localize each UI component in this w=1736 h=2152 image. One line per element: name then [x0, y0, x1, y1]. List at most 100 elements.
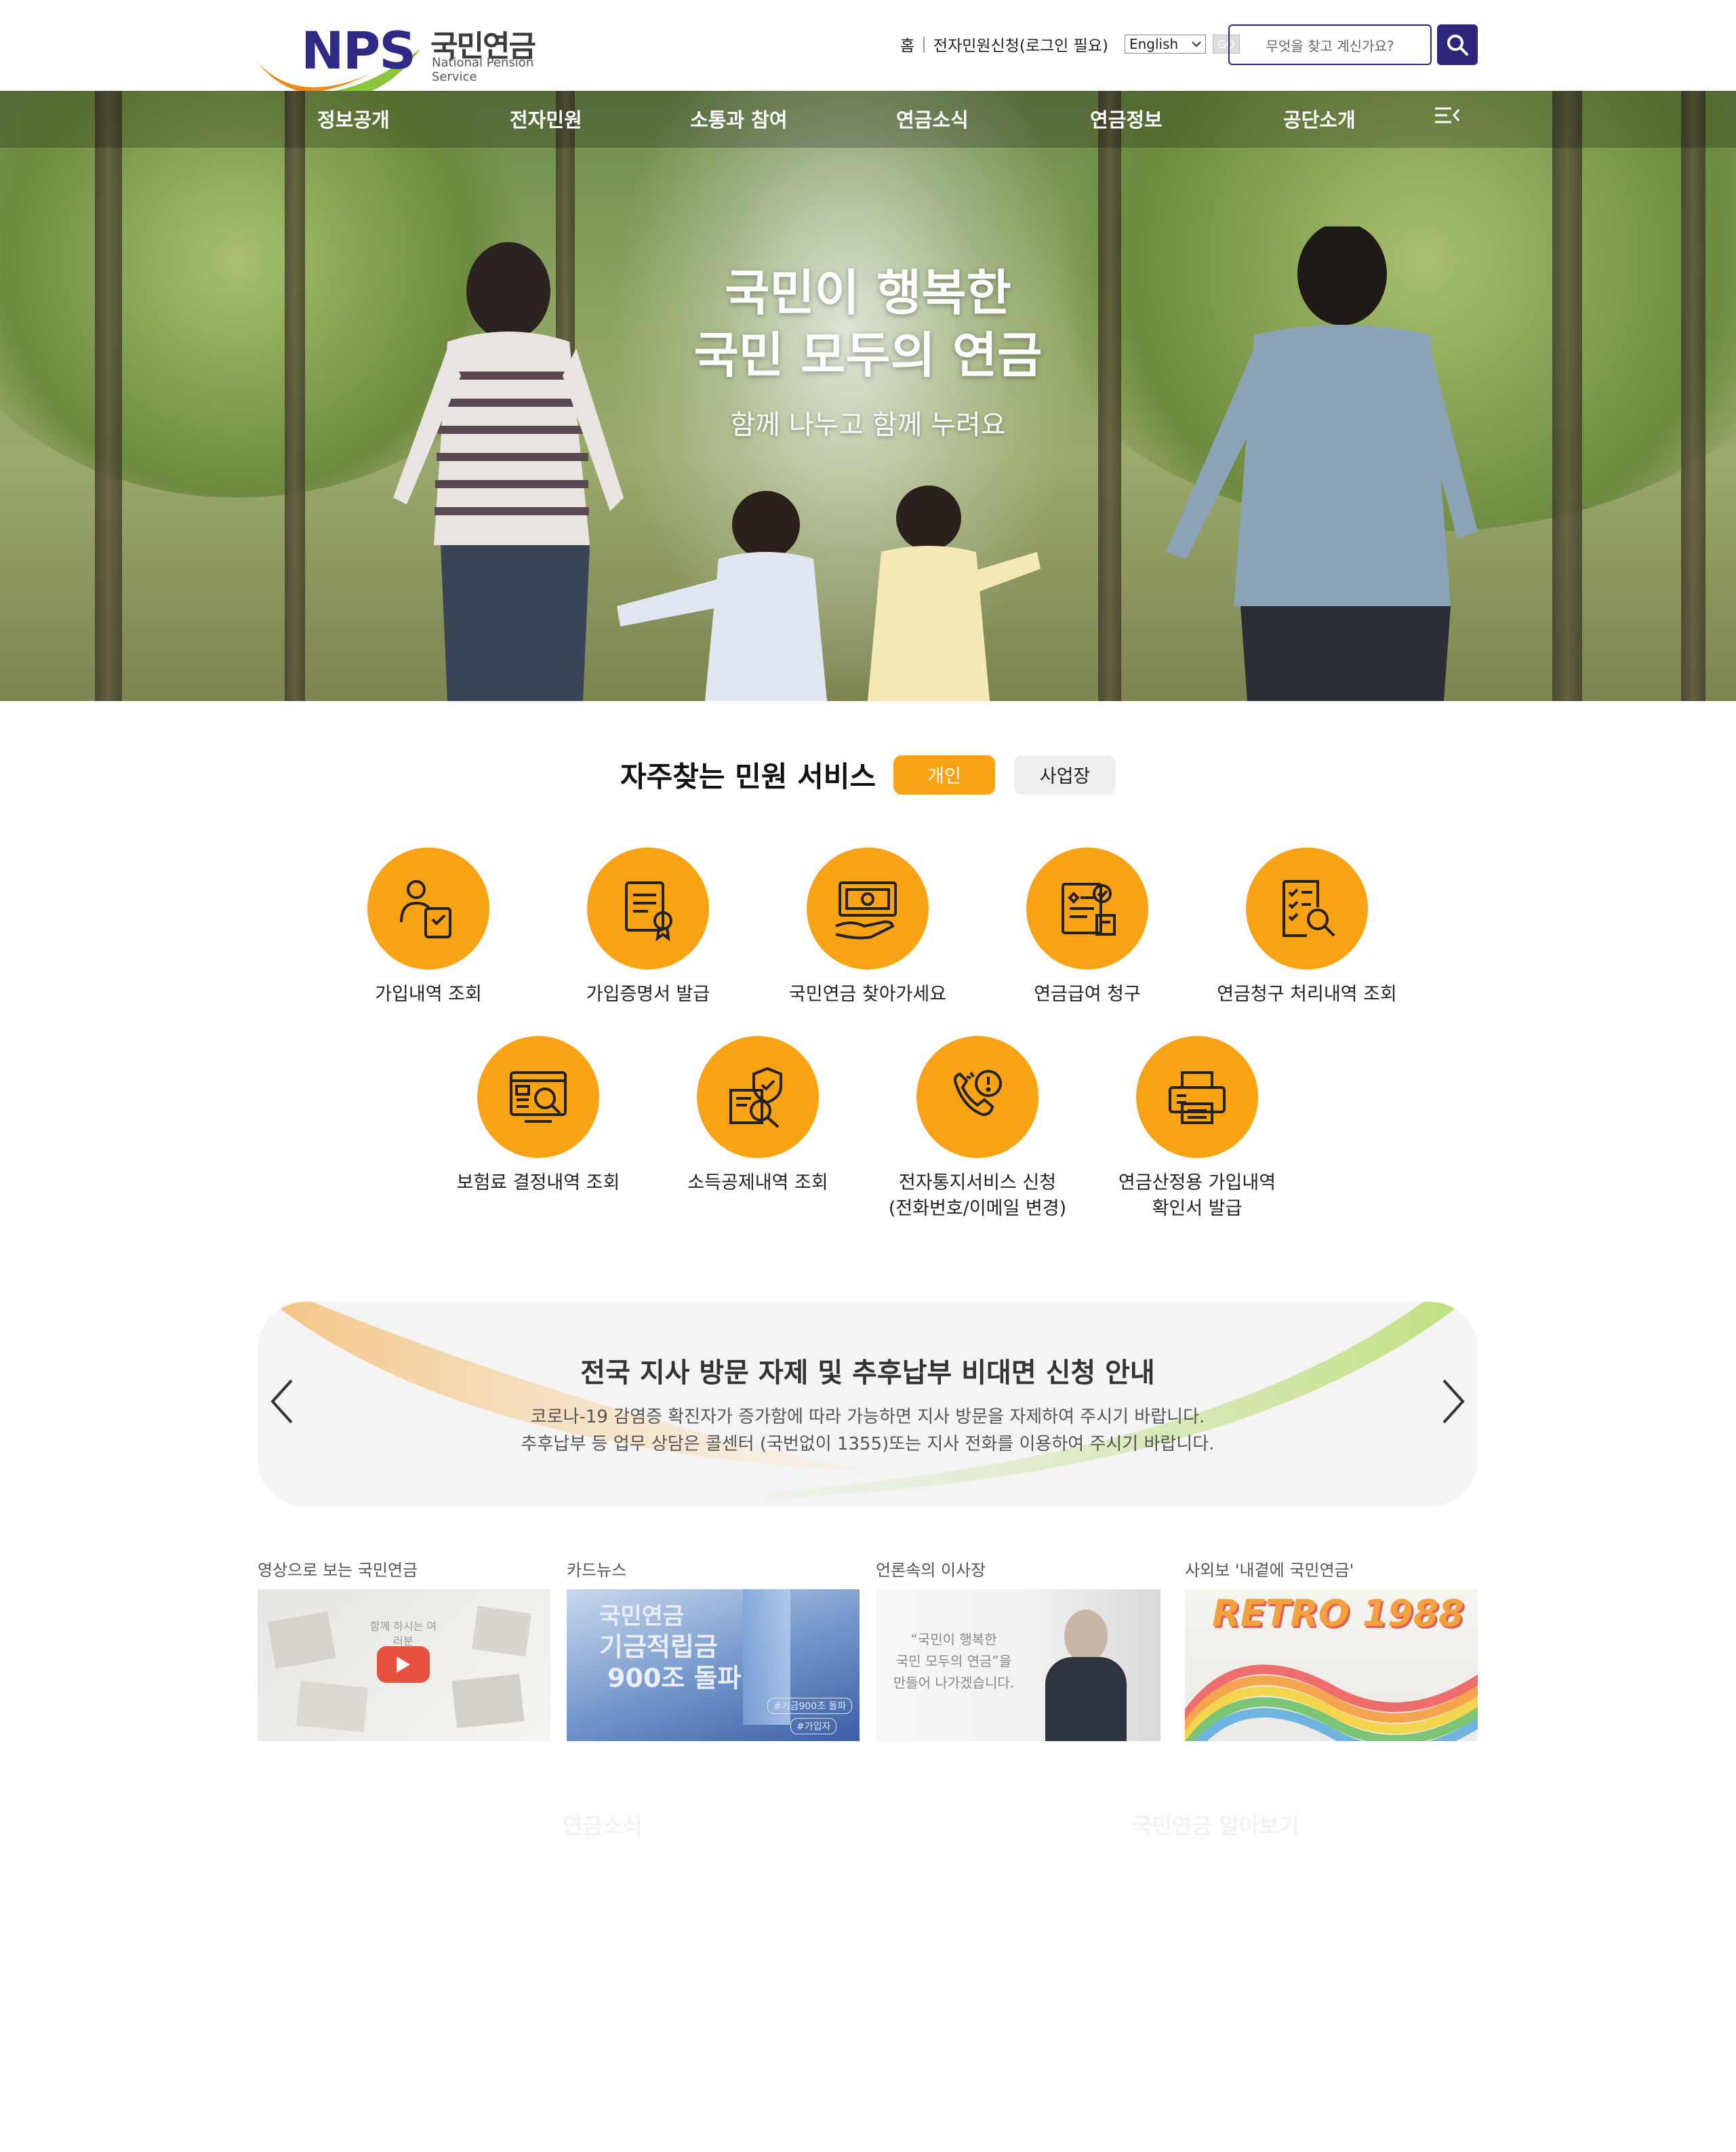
service-icon-circle [1136, 1036, 1258, 1158]
media-card-cardnews[interactable]: 카드뉴스 국민연금 기금적립금 900조 돌파 #기금900조 돌파 #가입자 [567, 1557, 860, 1741]
phone-alert-icon [953, 1070, 1002, 1117]
media-card-magazine[interactable]: 사외보 '내곁에 국민연금' RETRO 1988 [1185, 1557, 1478, 1741]
card-title: 사외보 '내곁에 국민연금' [1185, 1561, 1354, 1580]
hero-title: 국민이 행복한 국민 모두의 연금 [0, 262, 1736, 386]
portrait-head [1064, 1610, 1108, 1662]
menu-icon[interactable] [1434, 103, 1461, 130]
service-label: 가입내역 조회 [375, 984, 482, 1005]
nav-item-news[interactable]: 연금소식 [896, 104, 969, 133]
press-quote-line1: “국민이 행복한 [910, 1631, 997, 1648]
service-label: 가입증명서 발급 [586, 984, 710, 1005]
cardnews-tag: #기금900조 돌파 [767, 1698, 853, 1714]
hero-tree-trunk [1681, 91, 1705, 701]
play-icon [397, 1656, 410, 1673]
language-selected-value: English [1129, 36, 1179, 52]
magazine-thumbnail[interactable]: RETRO 1988 [1185, 1589, 1478, 1741]
search-button[interactable] [1437, 24, 1478, 65]
service-label: 연금산정용 가입내역 확인서 발급 [1087, 1170, 1307, 1222]
media-card-press[interactable]: 언론속의 이사장 “국민이 행복한 국민 모두의 연금”을 만들어 나가겠습니다… [876, 1557, 1160, 1741]
service-icon-circle [587, 848, 709, 970]
nav-item-info[interactable]: 정보공개 [317, 104, 390, 133]
service-label: 보험료 결정내역 조회 [456, 1172, 620, 1193]
service-label-line2: (전화번호/이메일 변경) [888, 1198, 1067, 1219]
service-label-line1: 전자통지서비스 신청 [898, 1172, 1057, 1193]
thumb-photo [267, 1611, 336, 1669]
services-header: 자주찾는 민원 서비스 개인 사업장 [0, 754, 1736, 795]
utility-links: 홈 | 전자민원신청(로그인 필요) English GO [900, 33, 1240, 56]
service-item[interactable]: 국민연금 찾아가세요 [758, 848, 977, 1008]
video-thumbnail[interactable]: 함께 하시는 여러분 [258, 1589, 550, 1741]
service-icon-circle [1246, 848, 1368, 970]
tab-personal[interactable]: 개인 [893, 755, 995, 795]
play-button[interactable] [377, 1646, 430, 1683]
service-item[interactable]: 연금청구 처리내역 조회 [1197, 848, 1417, 1008]
service-item[interactable]: 보험료 결정내역 조회 [428, 1036, 648, 1196]
notice-line2: 추후납부 등 업무 상담은 콜센터 (국번없이 1355)또는 지사 전화를 이… [521, 1434, 1215, 1454]
nps-logo[interactable]: NPS 국민연금 National Pension Service [258, 15, 556, 98]
hero-title-line2: 국민 모두의 연금 [693, 327, 1043, 384]
portrait-body [1045, 1657, 1127, 1741]
home-link[interactable]: 홈 [900, 33, 914, 56]
media-card-video[interactable]: 영상으로 보는 국민연금 함께 하시는 여러분 [258, 1557, 550, 1741]
service-item[interactable]: 전자통지서비스 신청 (전화번호/이메일 변경) [868, 1036, 1087, 1222]
nav-item-about[interactable]: 공단소개 [1283, 104, 1356, 133]
thumb-photo [451, 1673, 525, 1729]
eservice-link[interactable]: 전자민원신청(로그인 필요) [933, 33, 1108, 56]
chevron-left-icon[interactable] [268, 1378, 296, 1425]
notice-banner[interactable]: 전국 지사 방문 자제 및 추후납부 비대면 신청 안내 코로나-19 감염증 … [258, 1302, 1478, 1507]
chevron-down-icon [1192, 41, 1201, 47]
cardnews-thumbnail[interactable]: 국민연금 기금적립금 900조 돌파 #기금900조 돌파 #가입자 [567, 1589, 860, 1741]
service-label: 연금급여 청구 [1034, 984, 1141, 1005]
language-select[interactable]: English [1124, 35, 1206, 54]
card-title: 영상으로 보는 국민연금 [258, 1561, 418, 1580]
nav-item-pension-info[interactable]: 연금정보 [1090, 104, 1163, 133]
service-item[interactable]: 가입내역 조회 [319, 848, 538, 1008]
logo-letters: NPS [301, 20, 416, 81]
magazine-title: RETRO 1988 [1212, 1592, 1464, 1635]
nav-item-eservice[interactable]: 전자민원 [510, 104, 582, 133]
search-input[interactable]: 무엇을 찾고 계신가요? [1228, 24, 1432, 65]
shield-search-icon [729, 1067, 782, 1128]
hero-banner: 정보공개 전자민원 소통과 참여 연금소식 연금정보 공단소개 국민이 행복한 … [0, 91, 1736, 701]
nav-item-communication[interactable]: 소통과 참여 [690, 104, 788, 133]
chevron-right-icon[interactable] [1440, 1378, 1467, 1425]
notice-body: 코로나-19 감염증 확진자가 증가함에 따라 가능하면 지사 방문을 자제하여… [258, 1403, 1478, 1458]
faded-section-news: 연금소식 [563, 1813, 643, 1839]
service-label-line2: 확인서 발급 [1152, 1198, 1243, 1219]
main-nav: 정보공개 전자민원 소통과 참여 연금소식 연금정보 공단소개 [0, 91, 1736, 148]
tab-business[interactable]: 사업장 [1014, 755, 1116, 795]
printer-icon [1169, 1071, 1226, 1124]
service-item[interactable]: 가입증명서 발급 [538, 848, 758, 1008]
notice-line1: 코로나-19 감염증 확진자가 증가함에 따라 가능하면 지사 방문을 자제하여… [530, 1407, 1205, 1427]
thumb-photo [471, 1606, 532, 1657]
hero-subtitle: 함께 나누고 함께 누려요 [730, 410, 1006, 441]
service-icon-circle [1026, 848, 1148, 970]
search-icon [1447, 35, 1468, 56]
service-icon-circle [477, 1036, 599, 1158]
faded-section-about-pension: 국민연금 알아보기 [1132, 1813, 1299, 1839]
util-divider: | [921, 35, 927, 53]
press-quote: “국민이 행복한 국민 모두의 연금”을 만들어 나가겠습니다. [883, 1629, 1025, 1694]
service-icon-circle [807, 848, 929, 970]
service-item[interactable]: 연금급여 청구 [977, 848, 1197, 1008]
services-title: 자주찾는 민원 서비스 [620, 760, 876, 793]
claim-document-icon [1062, 883, 1116, 936]
service-label-line1: 연금산정용 가입내역 [1118, 1172, 1276, 1193]
service-icon-circle [697, 1036, 819, 1158]
logo-english-name: National Pension Service [432, 56, 534, 84]
service-icon-circle [916, 1036, 1038, 1158]
service-item[interactable]: 소득공제내역 조회 [648, 1036, 868, 1196]
certificate-icon [625, 881, 672, 942]
screen-search-icon [510, 1071, 567, 1123]
cardnews-text3: 900조 돌파 [607, 1663, 742, 1693]
person-document-icon [400, 880, 451, 938]
hero-tree-trunk [95, 91, 122, 701]
service-label: 소득공제내역 조회 [687, 1172, 828, 1193]
site-header: NPS 국민연금 National Pension Service 홈 | 전자… [0, 0, 1736, 98]
service-label: 국민연금 찾아가세요 [788, 984, 947, 1005]
card-title: 언론속의 이사장 [876, 1561, 986, 1580]
press-quote-line2: 국민 모두의 연금”을 [895, 1653, 1012, 1669]
press-thumbnail[interactable]: “국민이 행복한 국민 모두의 연금”을 만들어 나가겠습니다. [876, 1589, 1160, 1741]
video-overlay-text: 함께 하시는 여러분 [369, 1620, 437, 1648]
service-item[interactable]: 연금산정용 가입내역 확인서 발급 [1087, 1036, 1307, 1222]
